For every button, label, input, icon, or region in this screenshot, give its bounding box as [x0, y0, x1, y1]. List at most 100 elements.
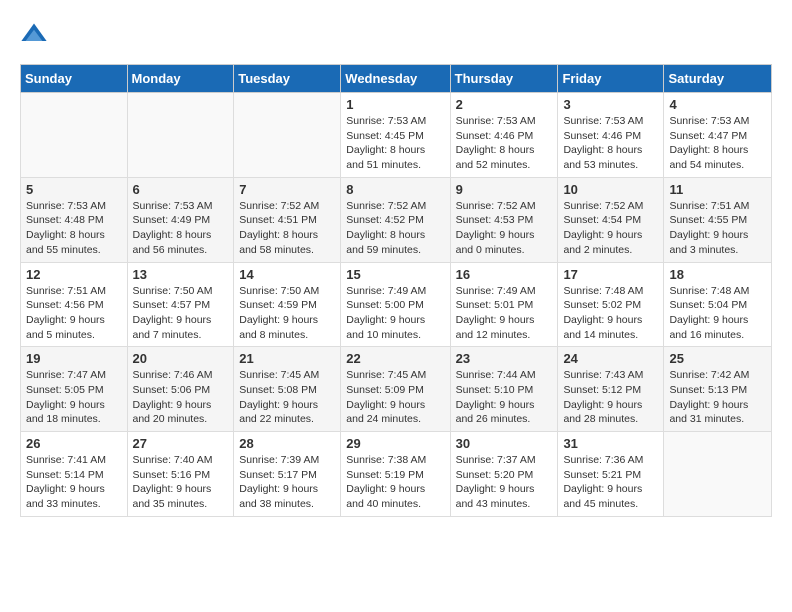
day-cell: 14 Sunrise: 7:50 AM Sunset: 4:59 PM Dayli… — [234, 262, 341, 347]
day-cell: 25 Sunrise: 7:42 AM Sunset: 5:13 PM Dayli… — [664, 347, 772, 432]
day-number: 23 — [456, 351, 553, 366]
day-cell: 15Sunrise: 7:49 AM Sunset: 5:00 PM Dayli… — [341, 262, 450, 347]
day-number: 10 — [563, 182, 658, 197]
day-cell: 22 Sunrise: 7:45 AM Sunset: 5:09 PM Dayli… — [341, 347, 450, 432]
day-info: Sunrise: 7:53 AM Sunset: 4:49 PM Dayligh… — [133, 199, 229, 258]
day-number: 17 — [563, 267, 658, 282]
header-cell-friday: Friday — [558, 65, 664, 93]
day-number: 20 — [133, 351, 229, 366]
day-info: Sunrise: 7:38 AM Sunset: 5:19 PM Dayligh… — [346, 453, 444, 512]
day-info: Sunrise: 7:37 AM Sunset: 5:20 PM Dayligh… — [456, 453, 553, 512]
week-row-2: 5 Sunrise: 7:53 AM Sunset: 4:48 PM Daylig… — [21, 177, 772, 262]
day-number: 21 — [239, 351, 335, 366]
day-info: Sunrise: 7:45 AM Sunset: 5:08 PM Dayligh… — [239, 368, 335, 427]
day-cell: 28 Sunrise: 7:39 AM Sunset: 5:17 PM Dayli… — [234, 432, 341, 517]
day-info: Sunrise: 7:50 AM Sunset: 4:59 PM Dayligh… — [239, 284, 335, 343]
day-cell: 20 Sunrise: 7:46 AM Sunset: 5:06 PM Dayli… — [127, 347, 234, 432]
day-info: Sunrise: 7:51 AM Sunset: 4:55 PM Dayligh… — [669, 199, 766, 258]
day-number: 8 — [346, 182, 444, 197]
day-cell: 29 Sunrise: 7:38 AM Sunset: 5:19 PM Dayli… — [341, 432, 450, 517]
day-cell: 12 Sunrise: 7:51 AM Sunset: 4:56 PM Dayli… — [21, 262, 128, 347]
day-cell — [21, 93, 128, 178]
day-info: Sunrise: 7:53 AM Sunset: 4:45 PM Dayligh… — [346, 114, 444, 173]
header-row: SundayMondayTuesdayWednesdayThursdayFrid… — [21, 65, 772, 93]
day-info: Sunrise: 7:52 AM Sunset: 4:52 PM Dayligh… — [346, 199, 444, 258]
header-cell-wednesday: Wednesday — [341, 65, 450, 93]
day-cell: 16 Sunrise: 7:49 AM Sunset: 5:01 PM Dayli… — [450, 262, 558, 347]
day-info: Sunrise: 7:53 AM Sunset: 4:46 PM Dayligh… — [456, 114, 553, 173]
week-row-4: 19 Sunrise: 7:47 AM Sunset: 5:05 PM Dayli… — [21, 347, 772, 432]
day-number: 30 — [456, 436, 553, 451]
day-number: 22 — [346, 351, 444, 366]
day-number: 15 — [346, 267, 444, 282]
day-number: 28 — [239, 436, 335, 451]
day-number: 18 — [669, 267, 766, 282]
day-cell: 11 Sunrise: 7:51 AM Sunset: 4:55 PM Dayli… — [664, 177, 772, 262]
calendar-table: SundayMondayTuesdayWednesdayThursdayFrid… — [20, 64, 772, 517]
day-number: 16 — [456, 267, 553, 282]
day-number: 6 — [133, 182, 229, 197]
day-info: Sunrise: 7:46 AM Sunset: 5:06 PM Dayligh… — [133, 368, 229, 427]
day-cell: 13Sunrise: 7:50 AM Sunset: 4:57 PM Dayli… — [127, 262, 234, 347]
day-info: Sunrise: 7:39 AM Sunset: 5:17 PM Dayligh… — [239, 453, 335, 512]
day-cell: 21 Sunrise: 7:45 AM Sunset: 5:08 PM Dayli… — [234, 347, 341, 432]
day-info: Sunrise: 7:45 AM Sunset: 5:09 PM Dayligh… — [346, 368, 444, 427]
day-info: Sunrise: 7:52 AM Sunset: 4:53 PM Dayligh… — [456, 199, 553, 258]
day-info: Sunrise: 7:53 AM Sunset: 4:46 PM Dayligh… — [563, 114, 658, 173]
day-number: 25 — [669, 351, 766, 366]
header-cell-monday: Monday — [127, 65, 234, 93]
day-info: Sunrise: 7:42 AM Sunset: 5:13 PM Dayligh… — [669, 368, 766, 427]
day-number: 4 — [669, 97, 766, 112]
day-number: 2 — [456, 97, 553, 112]
day-info: Sunrise: 7:43 AM Sunset: 5:12 PM Dayligh… — [563, 368, 658, 427]
day-cell: 19 Sunrise: 7:47 AM Sunset: 5:05 PM Dayli… — [21, 347, 128, 432]
day-number: 19 — [26, 351, 122, 366]
day-number: 24 — [563, 351, 658, 366]
day-cell — [127, 93, 234, 178]
header-cell-thursday: Thursday — [450, 65, 558, 93]
day-cell: 5 Sunrise: 7:53 AM Sunset: 4:48 PM Daylig… — [21, 177, 128, 262]
day-cell: 9Sunrise: 7:52 AM Sunset: 4:53 PM Daylig… — [450, 177, 558, 262]
day-cell: 18 Sunrise: 7:48 AM Sunset: 5:04 PM Dayli… — [664, 262, 772, 347]
day-info: Sunrise: 7:52 AM Sunset: 4:54 PM Dayligh… — [563, 199, 658, 258]
day-number: 31 — [563, 436, 658, 451]
day-number: 5 — [26, 182, 122, 197]
day-cell: 1 Sunrise: 7:53 AM Sunset: 4:45 PM Daylig… — [341, 93, 450, 178]
day-number: 14 — [239, 267, 335, 282]
day-number: 11 — [669, 182, 766, 197]
day-info: Sunrise: 7:48 AM Sunset: 5:04 PM Dayligh… — [669, 284, 766, 343]
day-info: Sunrise: 7:41 AM Sunset: 5:14 PM Dayligh… — [26, 453, 122, 512]
day-cell: 8 Sunrise: 7:52 AM Sunset: 4:52 PM Daylig… — [341, 177, 450, 262]
day-info: Sunrise: 7:51 AM Sunset: 4:56 PM Dayligh… — [26, 284, 122, 343]
day-cell: 6 Sunrise: 7:53 AM Sunset: 4:49 PM Daylig… — [127, 177, 234, 262]
header-cell-saturday: Saturday — [664, 65, 772, 93]
day-info: Sunrise: 7:36 AM Sunset: 5:21 PM Dayligh… — [563, 453, 658, 512]
day-cell: 23Sunrise: 7:44 AM Sunset: 5:10 PM Dayli… — [450, 347, 558, 432]
day-info: Sunrise: 7:52 AM Sunset: 4:51 PM Dayligh… — [239, 199, 335, 258]
day-info: Sunrise: 7:53 AM Sunset: 4:48 PM Dayligh… — [26, 199, 122, 258]
day-info: Sunrise: 7:49 AM Sunset: 5:01 PM Dayligh… — [456, 284, 553, 343]
day-number: 12 — [26, 267, 122, 282]
day-info: Sunrise: 7:48 AM Sunset: 5:02 PM Dayligh… — [563, 284, 658, 343]
day-number: 29 — [346, 436, 444, 451]
day-cell: 7Sunrise: 7:52 AM Sunset: 4:51 PM Daylig… — [234, 177, 341, 262]
day-cell: 10 Sunrise: 7:52 AM Sunset: 4:54 PM Dayli… — [558, 177, 664, 262]
header-cell-tuesday: Tuesday — [234, 65, 341, 93]
day-info: Sunrise: 7:47 AM Sunset: 5:05 PM Dayligh… — [26, 368, 122, 427]
week-row-5: 26Sunrise: 7:41 AM Sunset: 5:14 PM Dayli… — [21, 432, 772, 517]
day-cell: 2 Sunrise: 7:53 AM Sunset: 4:46 PM Daylig… — [450, 93, 558, 178]
day-cell: 24 Sunrise: 7:43 AM Sunset: 5:12 PM Dayli… — [558, 347, 664, 432]
day-cell: 3Sunrise: 7:53 AM Sunset: 4:46 PM Daylig… — [558, 93, 664, 178]
day-cell — [664, 432, 772, 517]
week-row-3: 12 Sunrise: 7:51 AM Sunset: 4:56 PM Dayli… — [21, 262, 772, 347]
day-info: Sunrise: 7:40 AM Sunset: 5:16 PM Dayligh… — [133, 453, 229, 512]
page-header — [20, 20, 772, 48]
day-number: 1 — [346, 97, 444, 112]
day-cell: 31 Sunrise: 7:36 AM Sunset: 5:21 PM Dayli… — [558, 432, 664, 517]
day-cell: 27 Sunrise: 7:40 AM Sunset: 5:16 PM Dayli… — [127, 432, 234, 517]
day-info: Sunrise: 7:53 AM Sunset: 4:47 PM Dayligh… — [669, 114, 766, 173]
week-row-1: 1 Sunrise: 7:53 AM Sunset: 4:45 PM Daylig… — [21, 93, 772, 178]
calendar-header: SundayMondayTuesdayWednesdayThursdayFrid… — [21, 65, 772, 93]
day-number: 27 — [133, 436, 229, 451]
day-cell: 26Sunrise: 7:41 AM Sunset: 5:14 PM Dayli… — [21, 432, 128, 517]
